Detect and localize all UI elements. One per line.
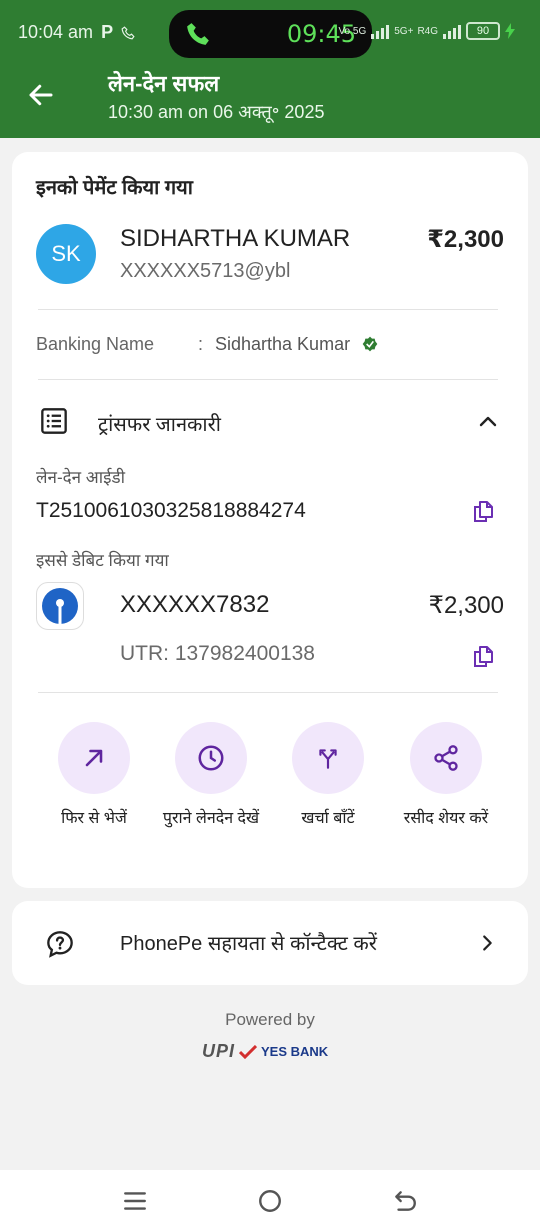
system-nav-bar [0, 1170, 540, 1230]
phone-call-icon [187, 23, 209, 45]
banking-name-value: Sidhartha Kumar [215, 334, 351, 354]
action-share-receipt[interactable]: रसीद शेयर करें [391, 722, 501, 832]
page-subtitle: 10:30 am on 06 अक्तू॰ 2025 [108, 102, 325, 122]
action-label: फिर से भेजें [61, 810, 127, 827]
sbi-logo-icon [42, 588, 78, 624]
action-view-history[interactable]: पुराने लेनदेन देखें [156, 722, 266, 832]
yes-bank-logo: YES BANK [261, 1044, 329, 1059]
debited-from-label: इससे डेबिट किया गया [36, 551, 169, 570]
phone-small-icon [121, 25, 135, 39]
debit-amount: ₹2,300 [428, 592, 504, 619]
transaction-id-label: लेन-देन आईडी [36, 468, 126, 487]
help-card[interactable]: PhonePe सहायता से कॉन्टैक्ट करें [12, 901, 528, 985]
status-right: Vo 5G 5G+ R4G 90 [338, 22, 516, 40]
split-icon [319, 749, 337, 769]
transaction-id: T2510061030325818884274 [36, 499, 306, 522]
action-circle[interactable] [58, 722, 130, 794]
action-circle[interactable] [175, 722, 247, 794]
charging-icon [505, 23, 515, 39]
battery-level: 90 [476, 25, 490, 37]
divider [38, 692, 498, 693]
menu-icon[interactable] [122, 1188, 148, 1214]
payee-name: SIDHARTHA KUMAR [120, 225, 351, 252]
status-left: 10:04 am P [18, 22, 135, 43]
divider [38, 379, 498, 380]
network-4g: R4G [417, 25, 438, 37]
transfer-details-label[interactable]: ट्रांसफर जानकारी [98, 410, 221, 437]
status-time: 10:04 am [18, 22, 94, 42]
action-label: रसीद शेयर करें [403, 810, 489, 827]
banking-name-separator: : [198, 334, 204, 354]
network-5g: 5G+ [394, 25, 414, 37]
upi-logo: UPI [202, 1041, 236, 1061]
debit-account-number: XXXXXX7832 [120, 591, 270, 618]
copy-icon[interactable] [471, 644, 495, 668]
clock-icon [198, 745, 224, 771]
partner-logos: UPI YES BANK [202, 1041, 328, 1062]
chevron-right-icon [483, 935, 492, 951]
app-badge: P [101, 22, 114, 42]
action-label: खर्चा बाँटें [301, 810, 355, 827]
payee-avatar: SK [36, 224, 96, 284]
action-split-expense[interactable]: खर्चा बाँटें [273, 722, 383, 832]
verified-badge-icon [362, 336, 378, 352]
paid-amount: ₹2,300 [427, 226, 504, 253]
payee-vpa: XXXXXX5713@ybl [120, 260, 291, 282]
help-question-icon [47, 931, 73, 958]
transaction-card: इनको पेमेंट किया गया SK SIDHARTHA KUMAR … [12, 152, 528, 888]
signal-icon-2 [443, 25, 461, 39]
network-volte: Vo 5G [338, 25, 367, 37]
powered-by-label: Powered by [225, 1010, 315, 1029]
chevron-up-icon[interactable] [476, 410, 500, 434]
help-label: PhonePe सहायता से कॉन्टैक्ट करें [120, 933, 377, 955]
action-circle[interactable] [410, 722, 482, 794]
action-circle[interactable] [292, 722, 364, 794]
header-bar: 10:04 am P 09:45 Vo 5G 5G+ R4G 90 लेन-दे… [0, 0, 540, 138]
bank-logo [36, 582, 84, 630]
signal-icon [371, 25, 390, 39]
arrow-up-right-icon [85, 749, 103, 767]
yes-bank-check-icon [239, 1044, 258, 1059]
back-nav-icon[interactable] [392, 1188, 418, 1214]
battery-indicator: 90 [466, 22, 500, 40]
action-send-again[interactable]: फिर से भेजें [39, 722, 149, 832]
copy-icon[interactable] [471, 499, 495, 523]
home-circle-icon[interactable] [257, 1188, 283, 1214]
action-label: पुराने लेनदेन देखें [162, 810, 260, 827]
page-title: लेन-देन सफल [108, 71, 220, 96]
share-icon [434, 745, 458, 771]
receipt-list-icon [41, 408, 67, 434]
banking-name-label: Banking Name [36, 334, 155, 354]
divider [38, 309, 498, 310]
back-arrow-icon[interactable] [26, 80, 56, 110]
paid-to-title: इनको पेमेंट किया गया [36, 177, 193, 199]
avatar-initials: SK [51, 241, 81, 266]
utr-number: UTR: 137982400138 [120, 642, 315, 665]
